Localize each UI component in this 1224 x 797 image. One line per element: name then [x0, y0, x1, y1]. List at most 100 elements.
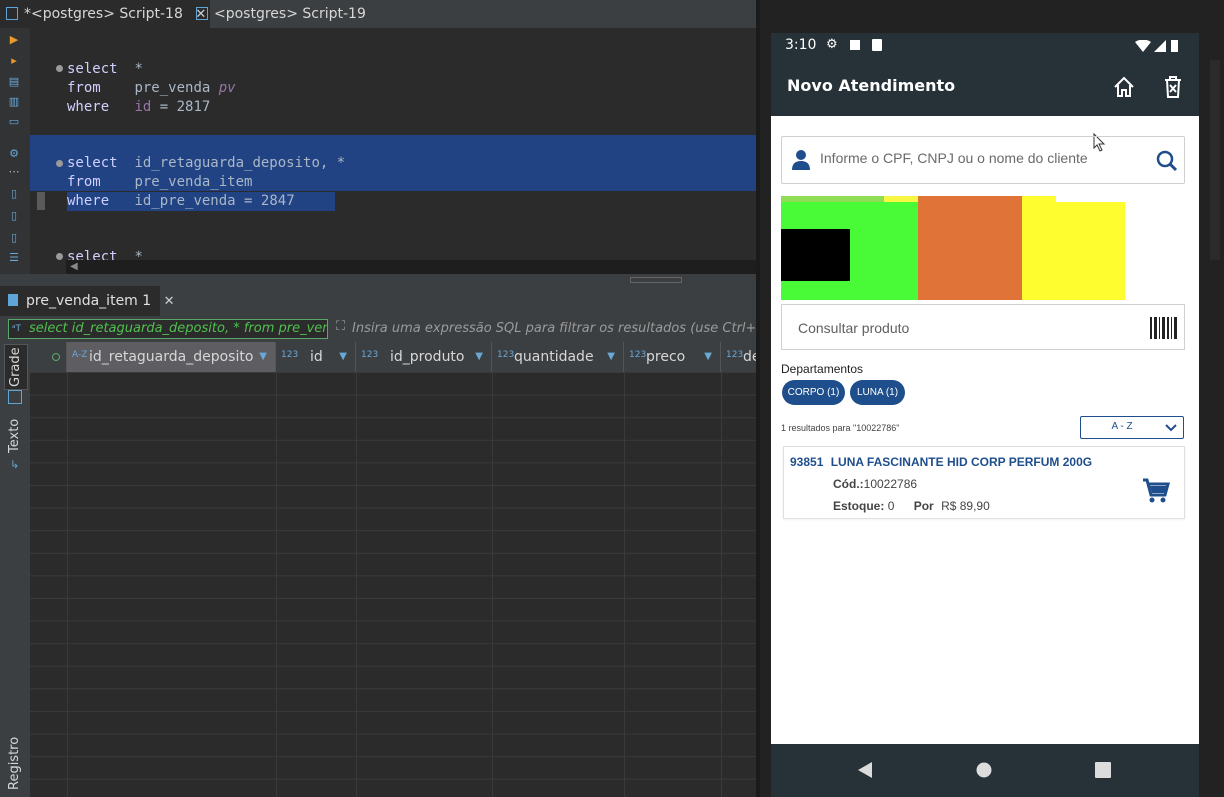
product-card[interactable]: 93851 LUNA FASCINANTE HID CORP PERFUM 20…	[783, 446, 1185, 519]
more-icon[interactable]: ⋯	[8, 166, 20, 178]
execute-icon[interactable]: ▶	[8, 34, 20, 46]
sort-value: A - Z	[1111, 421, 1133, 432]
keyword: where	[67, 193, 110, 209]
results-grid: A-Z id_retaguarda_deposito ▼ 123 id ▼ 12…	[30, 342, 756, 797]
new-script-icon[interactable]: ▯	[8, 188, 20, 200]
product-search-field[interactable]	[781, 304, 1185, 350]
code-token: 2817	[176, 99, 211, 115]
filter-bar: ᵃT select id_retaguarda_deposito, * from…	[0, 316, 756, 342]
promo-banner[interactable]	[781, 196, 1186, 300]
type-icon: 123	[726, 350, 744, 360]
save-script-icon[interactable]: ▯	[8, 232, 20, 244]
grid-header: A-Z id_retaguarda_deposito ▼ 123 id ▼ 12…	[30, 342, 756, 373]
delete-icon[interactable]	[1163, 76, 1183, 98]
grid-icon[interactable]	[8, 390, 22, 404]
column-header-id-produto[interactable]: 123 id_produto ▼	[356, 342, 492, 372]
tab-registro[interactable]: Registro	[4, 732, 26, 794]
product-search-input[interactable]	[796, 319, 1100, 337]
caret-line-marker	[37, 192, 45, 210]
price-label: Por	[913, 499, 934, 513]
execute-script-icon[interactable]: ▸	[8, 55, 20, 67]
sort-arrow-icon[interactable]: ▼	[475, 342, 483, 372]
script-file-icon	[196, 7, 208, 20]
code-line: from pre_venda_item	[30, 173, 756, 192]
expand-icon[interactable]: ⛶	[336, 319, 345, 334]
column-header-preco[interactable]: 123 preco ▼	[624, 342, 721, 372]
editor-toolbar: ▶ ▸ ▤ ▥ ▭ ⚙ ⋯ ▯ ▯ ▯ ☰	[0, 28, 30, 278]
tab-results[interactable]: pre_venda_item 1 ✕	[0, 286, 175, 316]
column-header-id-retaguarda-deposito[interactable]: A-Z id_retaguarda_deposito ▼	[67, 342, 276, 372]
department-chip-corpo[interactable]: CORPO (1)	[782, 380, 845, 405]
row-status-icon	[52, 353, 60, 361]
column-header-de[interactable]: 123 de	[721, 342, 756, 372]
filter-icon: ᵃT	[12, 324, 22, 334]
open-script-icon[interactable]: ▯	[8, 210, 20, 222]
sql-editor[interactable]: select * from pre_venda pv where id = 28…	[30, 28, 756, 260]
sort-arrow-icon[interactable]: ▼	[607, 342, 615, 372]
tab-script-19[interactable]: <postgres> Script-19	[190, 0, 384, 28]
signal-battery-icons	[1135, 40, 1178, 52]
terminal-icon[interactable]: ▭	[8, 116, 20, 128]
home-icon[interactable]	[1113, 76, 1135, 98]
sort-arrow-icon[interactable]: ▼	[704, 342, 712, 372]
type-icon: 123	[281, 350, 299, 360]
code-line: select *	[30, 248, 756, 260]
editor-tab-bar: *<postgres> Script-18 ✕ <postgres> Scrip…	[0, 0, 756, 29]
product-title: 93851 LUNA FASCINANTE HID CORP PERFUM 20…	[790, 455, 1092, 469]
search-icon[interactable]	[1156, 150, 1178, 172]
cart-icon[interactable]	[1142, 478, 1170, 504]
client-search-input[interactable]	[818, 149, 1152, 167]
cod-label: Cód.:	[833, 477, 864, 491]
department-chip-luna[interactable]: LUNA (1)	[850, 380, 905, 405]
row-number-header	[30, 342, 67, 372]
sort-dropdown[interactable]: A - Z	[1080, 416, 1184, 439]
results-tab-bar: pre_venda_item 1 ✕	[0, 286, 756, 316]
tab-texto[interactable]: Texto	[4, 414, 26, 458]
gear-icon[interactable]: ⚙	[8, 148, 20, 160]
recents-icon[interactable]	[1095, 762, 1111, 778]
banner-block	[884, 196, 918, 202]
notification-icon	[850, 40, 860, 50]
outline-icon[interactable]: ☰	[8, 252, 20, 264]
sd-card-icon	[872, 39, 882, 51]
history-icon[interactable]: ▥	[8, 96, 20, 108]
splitter-handle[interactable]	[630, 277, 682, 283]
sort-arrow-icon[interactable]: ▼	[339, 342, 347, 372]
barcode-icon[interactable]	[1150, 317, 1177, 339]
android-nav-bar	[771, 744, 1199, 797]
tab-script-18[interactable]: *<postgres> Script-18 ✕	[0, 0, 210, 28]
explain-icon[interactable]: ▤	[8, 76, 20, 88]
code-line: where id = 2817	[30, 98, 756, 117]
filter-query-text: select id_retaguarda_deposito, * from pr…	[29, 321, 328, 336]
results-side-tabs: Grade Texto ↳ Registro	[0, 342, 30, 797]
column-label: de	[743, 349, 756, 365]
horizontal-scrollbar[interactable]: ◀	[66, 260, 756, 274]
code-token: =	[159, 99, 169, 115]
column-header-id[interactable]: 123 id ▼	[276, 342, 356, 372]
scroll-left-icon[interactable]: ◀	[70, 260, 78, 274]
code-token: pv	[218, 80, 236, 96]
tab-grade[interactable]: Grade	[4, 344, 28, 390]
home-nav-icon[interactable]	[976, 762, 992, 778]
panel-splitter[interactable]	[0, 274, 756, 286]
keyword: select	[67, 61, 118, 77]
back-icon[interactable]	[857, 761, 873, 779]
grid-divider	[67, 372, 68, 797]
price-value: R$ 89,90	[941, 499, 990, 513]
code-line: select *	[30, 60, 756, 79]
banner-block	[1056, 196, 1125, 202]
status-bar: 3:10 ⚙	[771, 33, 1199, 59]
chevron-down-icon	[1165, 424, 1177, 432]
text-icon[interactable]: ↳	[10, 458, 19, 471]
product-code: 93851	[790, 455, 824, 469]
type-icon: 123	[497, 350, 515, 360]
filter-query-input[interactable]: ᵃT select id_retaguarda_deposito, * from…	[8, 319, 328, 339]
sort-arrow-icon[interactable]: ▼	[259, 342, 267, 372]
column-header-quantidade[interactable]: 123 quantidade ▼	[492, 342, 624, 372]
type-icon: A-Z	[72, 350, 88, 360]
product-stock-price: Estoque: 0 Por R$ 89,90	[833, 499, 990, 513]
close-icon[interactable]: ✕	[164, 294, 175, 309]
column-label: quantidade	[514, 349, 594, 365]
column-label: id	[310, 349, 323, 365]
client-search-field[interactable]	[781, 136, 1185, 184]
